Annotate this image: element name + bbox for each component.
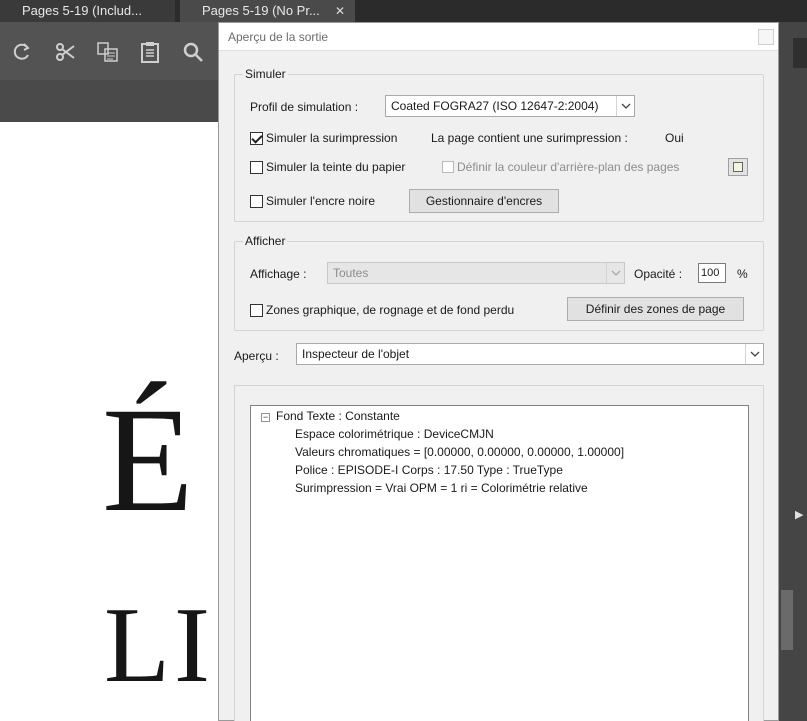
ink-manager-button[interactable]: Gestionnaire d'encres xyxy=(409,189,559,213)
tree-child-item: Surimpression = Vrai OPM = 1 ri = Colori… xyxy=(295,481,588,495)
document-page: É LI xyxy=(0,122,240,721)
opacity-unit: % xyxy=(737,267,748,281)
dialog-title: Aperçu de la sortie xyxy=(228,30,329,44)
dialog-titlebar[interactable]: Aperçu de la sortie xyxy=(219,23,778,51)
bg-color-swatch[interactable] xyxy=(728,158,748,176)
page-contains-overprint-label: La page contient une surimpression : xyxy=(431,131,628,145)
opacity-label: Opacité : xyxy=(634,267,683,281)
chevron-down-icon xyxy=(606,263,624,283)
display-select[interactable]: Toutes xyxy=(327,262,625,284)
output-preview-dialog: Aperçu de la sortie Simuler Profil de si… xyxy=(218,22,779,721)
collapse-icon[interactable]: − xyxy=(261,413,270,422)
tab-pages-no-preview[interactable]: Pages 5-19 (No Pr... ✕ xyxy=(180,0,355,22)
simulate-overprint-label: Simuler la surimpression xyxy=(266,131,398,145)
object-inspector-panel: − Fond Texte : Constante Espace colorimé… xyxy=(234,385,764,721)
simulate-overprint-checkbox[interactable] xyxy=(250,132,263,145)
simulate-paper-tint-label: Simuler la teinte du papier xyxy=(266,160,406,174)
tab-bar: Pages 5-19 (Includ... Pages 5-19 (No Pr.… xyxy=(0,0,807,22)
tree-child-item: Espace colorimétrique : DeviceCMJN xyxy=(295,427,494,441)
display-group: Afficher Affichage : Toutes Opacité : 10… xyxy=(234,234,764,331)
display-label: Affichage : xyxy=(250,267,307,281)
bg-color-label: Définir la couleur d'arrière-plan des pa… xyxy=(457,160,680,174)
simulate-legend: Simuler xyxy=(243,67,288,81)
document-heading-line1: É xyxy=(102,377,194,543)
define-page-zones-button[interactable]: Définir des zones de page xyxy=(567,297,744,321)
profile-value: Coated FOGRA27 (ISO 12647-2:2004) xyxy=(391,99,599,113)
display-legend: Afficher xyxy=(243,234,288,248)
tab-label: Pages 5-19 (No Pr... xyxy=(202,3,320,18)
tree-root-item[interactable]: Fond Texte : Constante xyxy=(276,409,400,423)
display-value: Toutes xyxy=(333,266,369,280)
expand-right-icon[interactable]: ▶ xyxy=(795,508,803,521)
object-inspector-tree[interactable]: − Fond Texte : Constante Espace colorimé… xyxy=(250,405,749,721)
tab-pages-included[interactable]: Pages 5-19 (Includ... xyxy=(0,0,175,22)
close-icon[interactable]: ✕ xyxy=(335,0,345,22)
zones-checkbox[interactable] xyxy=(250,304,263,317)
simulate-black-ink-label: Simuler l'encre noire xyxy=(266,194,376,208)
tree-child-item: Police : EPISODE-I Corps : 17.50 Type : … xyxy=(295,463,563,477)
scissors-icon[interactable] xyxy=(54,40,78,64)
clipboard-icon[interactable] xyxy=(138,40,162,64)
redo-icon[interactable] xyxy=(10,40,34,64)
panel-collapse-strip[interactable] xyxy=(793,38,807,68)
bg-color-checkbox[interactable] xyxy=(442,161,454,173)
simulation-profile-select[interactable]: Coated FOGRA27 (ISO 12647-2:2004) xyxy=(385,95,635,117)
app-window: Pages 5-19 (Includ... Pages 5-19 (No Pr.… xyxy=(0,0,807,721)
preview-select[interactable]: Inspecteur de l'objet xyxy=(296,343,764,365)
page-contains-overprint-value: Oui xyxy=(665,131,684,145)
tree-child-item: Valeurs chromatiques = [0.00000, 0.00000… xyxy=(295,445,625,459)
search-icon[interactable] xyxy=(181,40,205,64)
opacity-input[interactable]: 100 xyxy=(698,263,726,283)
color-swatch-icon xyxy=(733,162,743,172)
chevron-down-icon xyxy=(745,344,763,364)
scrollbar-thumb[interactable] xyxy=(781,590,793,650)
preview-value: Inspecteur de l'objet xyxy=(302,347,410,361)
simulate-black-ink-checkbox[interactable] xyxy=(250,195,263,208)
close-button[interactable] xyxy=(758,29,774,45)
copy-icon[interactable] xyxy=(96,40,120,64)
profile-label: Profil de simulation : xyxy=(250,100,359,114)
simulate-paper-tint-checkbox[interactable] xyxy=(250,161,263,174)
simulate-group: Simuler Profil de simulation : Coated FO… xyxy=(234,67,764,222)
zones-label: Zones graphique, de rognage et de fond p… xyxy=(266,303,515,317)
chevron-down-icon xyxy=(616,96,634,116)
tab-label: Pages 5-19 (Includ... xyxy=(22,3,142,18)
document-heading-line2: LI xyxy=(104,586,214,705)
preview-label: Aperçu : xyxy=(234,349,279,363)
